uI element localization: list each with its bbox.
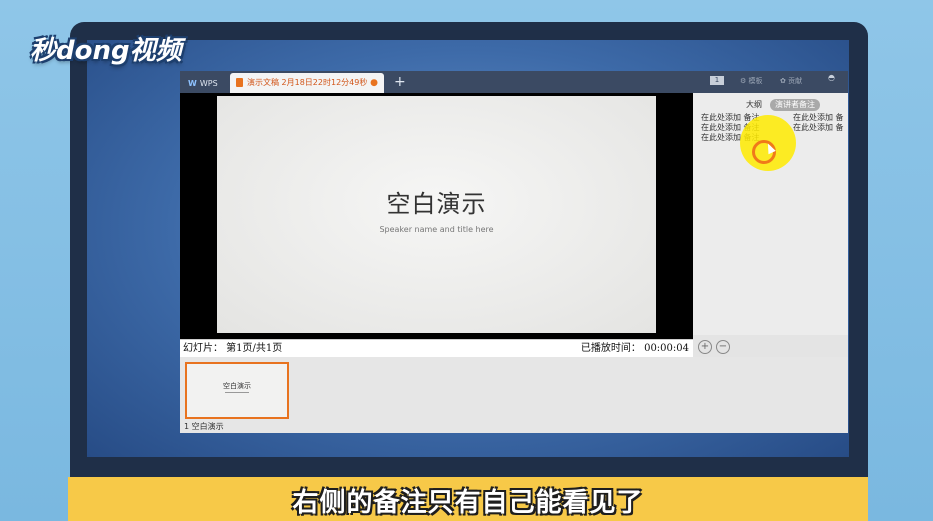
brand-logo: 秒dong视频 [30, 36, 182, 66]
zoom-in-icon[interactable]: + [698, 340, 712, 354]
zoom-out-icon[interactable]: − [716, 340, 730, 354]
wps-logo-icon: W [188, 79, 197, 88]
slide-show-area: 空白演示 Speaker name and title here [180, 93, 693, 339]
title-bar: W WPS 演示文稿 2月18日22时12分49秒 ● + 1 ⚙ 模板 ✿ 贡献… [180, 71, 848, 93]
slide-thumbnail[interactable]: 空白演示 [185, 362, 289, 419]
note-line: 在此处添加 备 [793, 113, 844, 122]
toolbar-template[interactable]: ⚙ 模板 [740, 75, 763, 87]
slide-title: 空白演示 [386, 190, 487, 218]
contribute-icon: ✿ [780, 77, 786, 85]
tab-document[interactable]: 演示文稿 2月18日22时12分49秒 ● [230, 73, 384, 93]
notes-zoom-controls: + − [693, 335, 848, 357]
avatar-icon[interactable]: ◓ [828, 73, 835, 82]
toolbar-contribute[interactable]: ✿ 贡献 [780, 75, 802, 87]
tab-document-label: 演示文稿 2月18日22时12分49秒 [247, 78, 368, 87]
tab-outline[interactable]: 大纲 [746, 99, 762, 111]
tab-speaker-notes[interactable]: 演讲者备注 [770, 99, 820, 111]
tab-wps-home[interactable]: W WPS [184, 74, 230, 93]
tab-wps-label: WPS [199, 79, 218, 88]
elapsed-time: 已播放时间： 00:00:04 [580, 343, 689, 354]
presenter-status-bar: 幻灯片： 第1页/共1页 已播放时间： 00:00:04 [180, 339, 693, 358]
thumbnail-title: 空白演示 [223, 382, 251, 390]
thumbnail-caption: 1 空白演示 [184, 422, 224, 431]
slide-counter: 幻灯片： 第1页/共1页 [183, 343, 283, 354]
note-line: 在此处添加 备 [793, 123, 844, 132]
unsaved-indicator[interactable]: ● [370, 73, 378, 93]
toolbar-contribute-label: 贡献 [788, 77, 803, 85]
toolbar-badge[interactable]: 1 [710, 76, 724, 85]
slide-subtitle: Speaker name and title here [379, 225, 494, 234]
toolbar-template-label: 模板 [748, 77, 763, 85]
slide-thumbnail-strip: 空白演示 1 空白演示 [180, 357, 848, 433]
template-icon: ⚙ [740, 77, 747, 85]
video-caption: 右侧的备注只有自己能看见了 [292, 488, 644, 518]
maximize-icon[interactable]: □ [837, 71, 845, 72]
presentation-file-icon [236, 78, 243, 87]
notes-text-column-2[interactable]: 在此处添加 备 在此处添加 备 [793, 113, 844, 133]
new-tab-button[interactable]: + [394, 72, 406, 92]
current-slide[interactable]: 空白演示 Speaker name and title here [217, 96, 656, 333]
caption-bar: 右侧的备注只有自己能看见了 [68, 477, 868, 521]
thumbnail-subtitle-line [225, 392, 249, 393]
